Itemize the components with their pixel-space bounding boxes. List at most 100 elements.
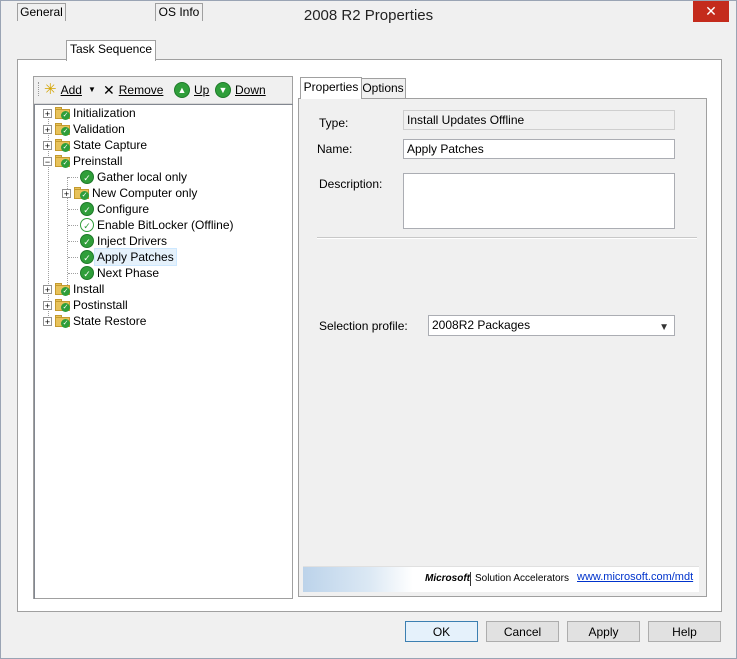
- tree-node-label: Postinstall: [73, 298, 128, 312]
- add-button[interactable]: ✳ Add ▼: [44, 82, 96, 98]
- tree-node-preinstall[interactable]: − ✓ Preinstall: [43, 153, 122, 169]
- tree-node-label: State Restore: [73, 314, 147, 328]
- close-icon[interactable]: ✕: [693, 1, 729, 22]
- down-arrow-icon: ▼: [215, 82, 231, 98]
- task-sequence-tree: + ✓ Initialization + ✓ Validation + ✓ St…: [34, 104, 293, 599]
- tree-node-label: State Capture: [73, 138, 148, 152]
- apply-button[interactable]: Apply: [567, 621, 640, 642]
- tree-node-label: Initialization: [73, 106, 136, 120]
- remove-label: Remove: [118, 83, 164, 97]
- tree-node-configure[interactable]: ✓ Configure: [68, 201, 149, 217]
- tree-node-label: Gather local only: [97, 170, 188, 184]
- mdt-link[interactable]: www.microsoft.com/mdt: [577, 571, 693, 583]
- window-title: 2008 R2 Properties: [303, 7, 434, 24]
- tree-node-label: Preinstall: [73, 154, 123, 168]
- step-details-pane: Properties Options Type: Install Updates…: [298, 77, 709, 597]
- folder-check-icon: ✓: [55, 139, 70, 152]
- tree-node-state-capture[interactable]: + ✓ State Capture: [43, 137, 147, 153]
- expand-icon[interactable]: +: [43, 284, 52, 294]
- tree-node-label: Enable BitLocker (Offline): [97, 218, 234, 232]
- banner-product: Solution Accelerators: [475, 573, 569, 584]
- name-label: Name:: [317, 142, 353, 156]
- remove-button[interactable]: ✕ Remove: [103, 82, 163, 98]
- microsoft-logo: Microsoft: [425, 573, 470, 584]
- down-label: Down: [235, 83, 266, 97]
- expand-icon[interactable]: +: [43, 316, 52, 326]
- expand-icon[interactable]: +: [43, 140, 52, 150]
- tree-node-new-computer-only[interactable]: + ✓ New Computer only: [62, 185, 197, 201]
- down-button[interactable]: ▼ Down: [215, 82, 266, 98]
- tree-node-validation[interactable]: + ✓ Validation: [43, 121, 125, 137]
- expand-icon[interactable]: +: [62, 188, 71, 198]
- sequence-pane: ✳ Add ▼ ✕ Remove ▲ Up ▼ Down + ✓ Initial…: [33, 76, 293, 599]
- ok-button[interactable]: OK: [405, 621, 478, 642]
- banner-graphic: [303, 567, 413, 592]
- solution-accelerators-banner: Microsoft Solution Accelerators www.micr…: [303, 566, 699, 592]
- title-bar: 2008 R2 Properties ✕: [1, 1, 736, 32]
- tree-node-label: Inject Drivers: [97, 234, 168, 248]
- add-label: Add: [60, 83, 82, 97]
- check-icon: ✓: [80, 170, 94, 184]
- tree-node-enable-bitlocker[interactable]: ✓ Enable BitLocker (Offline): [68, 217, 234, 233]
- tree-node-label: New Computer only: [92, 186, 198, 200]
- sequence-toolbar: ✳ Add ▼ ✕ Remove ▲ Up ▼ Down: [34, 77, 292, 104]
- folder-check-icon: ✓: [74, 187, 89, 200]
- add-star-icon: ✳: [44, 81, 57, 98]
- tree-node-apply-patches[interactable]: ✓ Apply Patches: [68, 248, 177, 266]
- folder-check-icon: ✓: [55, 315, 70, 328]
- type-field: Install Updates Offline: [403, 110, 675, 130]
- description-field[interactable]: [403, 173, 675, 229]
- folder-check-icon: ✓: [55, 123, 70, 136]
- chevron-down-icon[interactable]: ▼: [88, 82, 96, 98]
- description-label: Description:: [319, 177, 383, 191]
- task-sequence-page: ✳ Add ▼ ✕ Remove ▲ Up ▼ Down + ✓ Initial…: [17, 59, 722, 612]
- tab-properties[interactable]: Properties: [300, 77, 362, 99]
- collapse-icon[interactable]: −: [43, 156, 52, 166]
- selection-profile-label: Selection profile:: [319, 319, 408, 333]
- tab-os-info[interactable]: OS Info: [155, 3, 203, 21]
- tree-node-label: Configure: [97, 202, 150, 216]
- check-outline-icon: ✓: [80, 218, 94, 232]
- up-button[interactable]: ▲ Up: [174, 82, 209, 98]
- tab-options[interactable]: Options: [360, 78, 406, 98]
- check-icon: ✓: [80, 266, 94, 280]
- tree-node-state-restore[interactable]: + ✓ State Restore: [43, 313, 146, 329]
- properties-page: Type: Install Updates Offline Name: Appl…: [298, 98, 707, 597]
- tree-node-install[interactable]: + ✓ Install: [43, 281, 104, 297]
- tree-node-next-phase[interactable]: ✓ Next Phase: [68, 265, 159, 281]
- tree-node-gather-local-only[interactable]: ✓ Gather local only: [68, 169, 187, 185]
- banner-divider: [470, 572, 471, 586]
- tree-node-label-selected: Apply Patches: [94, 248, 177, 266]
- toolbar-grip[interactable]: [38, 82, 41, 96]
- tree-node-label: Next Phase: [97, 266, 160, 280]
- tab-general[interactable]: General: [17, 3, 66, 21]
- folder-check-icon: ✓: [55, 155, 70, 168]
- selection-profile-select[interactable]: 2008R2 Packages ▼: [428, 315, 675, 336]
- tree-node-label: Install: [73, 282, 105, 296]
- expand-icon[interactable]: +: [43, 300, 52, 310]
- tree-node-postinstall[interactable]: + ✓ Postinstall: [43, 297, 128, 313]
- up-arrow-icon: ▲: [174, 82, 190, 98]
- chevron-down-icon[interactable]: ▼: [659, 319, 669, 337]
- expand-icon[interactable]: +: [43, 108, 52, 118]
- divider: [317, 237, 697, 239]
- up-label: Up: [194, 83, 210, 97]
- type-label: Type:: [319, 116, 349, 130]
- remove-x-icon: ✕: [103, 82, 115, 98]
- tab-task-sequence[interactable]: Task Sequence: [66, 40, 156, 61]
- check-icon: ✓: [80, 250, 94, 264]
- expand-icon[interactable]: +: [43, 124, 52, 134]
- help-button[interactable]: Help: [648, 621, 721, 642]
- name-field[interactable]: Apply Patches: [403, 139, 675, 159]
- tree-node-label: Validation: [73, 122, 125, 136]
- tree-node-initialization[interactable]: + ✓ Initialization: [43, 105, 136, 121]
- check-icon: ✓: [80, 202, 94, 216]
- properties-dialog: 2008 R2 Properties ✕ General Task Sequen…: [0, 0, 737, 659]
- folder-check-icon: ✓: [55, 107, 70, 120]
- cancel-button[interactable]: Cancel: [486, 621, 559, 642]
- folder-check-icon: ✓: [55, 283, 70, 296]
- tree-node-inject-drivers[interactable]: ✓ Inject Drivers: [68, 233, 167, 249]
- check-icon: ✓: [80, 234, 94, 248]
- selection-profile-value: 2008R2 Packages: [432, 318, 531, 332]
- folder-check-icon: ✓: [55, 299, 70, 312]
